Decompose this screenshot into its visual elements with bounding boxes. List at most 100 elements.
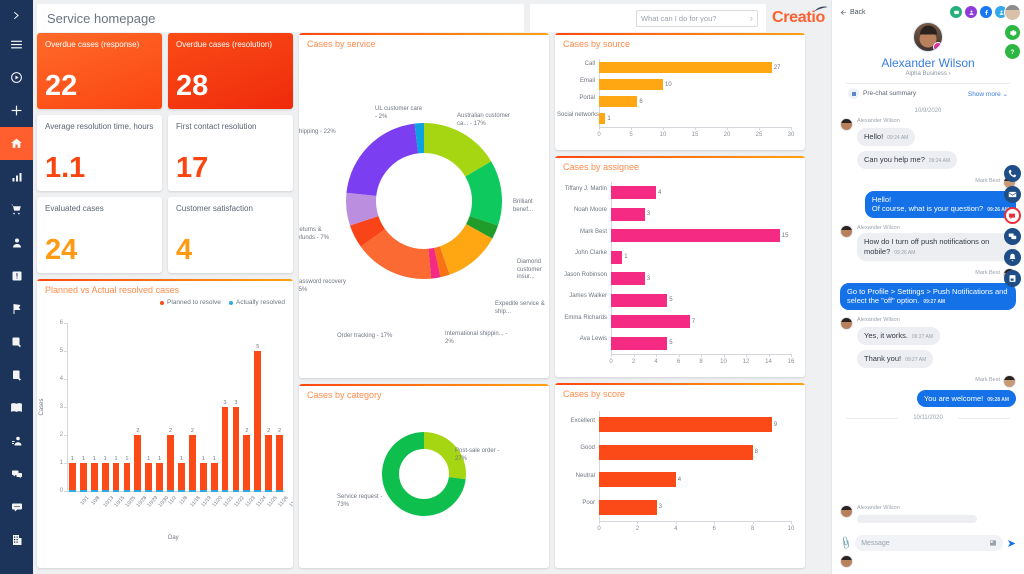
planned-vs-actual-chart[interactable]: Planned to resolve Actually resolved 0 1 2 3 4… (37, 297, 293, 547)
sidebar-item-run-process[interactable] (0, 61, 33, 94)
bar-actual[interactable] (199, 490, 207, 492)
cases-by-category-chart[interactable]: Post-sale order - 27% Service request - 7… (299, 402, 549, 547)
cases-by-service-chart[interactable]: UL customer care - 2% Australian customer… (299, 51, 549, 371)
bar[interactable] (156, 463, 164, 491)
legend-item[interactable]: Actually resolved (228, 299, 285, 306)
bar[interactable] (69, 463, 76, 491)
contact-avatar[interactable] (913, 22, 943, 52)
bar[interactable] (611, 272, 645, 286)
bar[interactable] (611, 229, 780, 243)
message-bubble[interactable]: You are welcome! 09:28 AM (916, 389, 1016, 408)
help-icon[interactable]: ? (1004, 44, 1020, 59)
bar[interactable] (145, 463, 153, 491)
kpi-evaluated-cases[interactable]: Evaluated cases 24 (37, 197, 162, 273)
message-bubble[interactable]: Thank you! 09:27 AM (857, 349, 934, 368)
feed-icon[interactable] (1003, 270, 1021, 287)
bar[interactable] (611, 250, 623, 264)
cases-by-assignee-chart[interactable]: 0 2 4 6 8 10 12 14 16 Tiffany J. Martin 4 Noah Moor… (555, 174, 805, 374)
bar-actual[interactable] (134, 490, 142, 492)
donut-slice[interactable] (346, 123, 419, 196)
sidebar-item-chats[interactable] (0, 457, 33, 490)
bar[interactable] (221, 407, 229, 491)
bar-actual[interactable] (232, 490, 240, 492)
kpi-customer-satisfaction[interactable]: Customer satisfaction 4 (168, 197, 293, 273)
bar[interactable] (210, 463, 218, 491)
message-bubble[interactable]: Can you help me? 09:24 AM (857, 150, 958, 169)
sidebar-item-knowledge-base[interactable] (0, 259, 33, 292)
bar[interactable] (599, 62, 772, 73)
bar[interactable] (188, 435, 196, 491)
facebook-icon[interactable] (980, 6, 992, 18)
bar-actual[interactable] (69, 490, 76, 492)
bar-actual[interactable] (156, 490, 164, 492)
bar-actual[interactable] (123, 490, 131, 492)
bar[interactable] (199, 463, 207, 491)
bar[interactable] (232, 407, 240, 491)
chat-icon[interactable] (1003, 207, 1021, 224)
bar[interactable] (265, 435, 273, 491)
sidebar-item-cases[interactable] (0, 325, 33, 358)
bar-actual[interactable] (210, 490, 218, 492)
template-icon[interactable] (989, 539, 997, 547)
bar[interactable] (101, 463, 109, 491)
bar[interactable] (599, 96, 638, 107)
settings-icon[interactable] (1004, 25, 1020, 40)
chat-messages[interactable]: 10/9/2020 Alexander Wilson Hello! 09:24 AM C… (832, 99, 1024, 501)
bar[interactable] (611, 207, 645, 221)
bar[interactable] (123, 463, 131, 491)
kpi-overdue-resolution[interactable]: Overdue cases (resolution) 28 (168, 33, 293, 109)
sidebar-item-campaigns[interactable] (0, 292, 33, 325)
contact-name[interactable]: Alexander Wilson (840, 56, 1016, 70)
bar[interactable] (611, 186, 656, 200)
bar[interactable] (167, 435, 174, 491)
bar[interactable] (599, 472, 676, 488)
message-bubble[interactable]: Go to Profile > Settings > Push Notifica… (840, 282, 1016, 310)
message-bubble[interactable]: Hello! Of course, what is your question? 0… (864, 190, 1016, 218)
show-more-button[interactable]: Show more ⌄ (968, 90, 1008, 98)
avatar[interactable] (840, 118, 853, 131)
bar[interactable] (611, 293, 668, 307)
cases-by-source-chart[interactable]: 0 5 10 15 20 25 30 Call 27 Email 10 Portal 6 Social n… (555, 51, 805, 147)
kpi-avg-resolution-time[interactable]: Average resolution time, hours 1.1 (37, 115, 162, 191)
message-bubble[interactable]: How do I turn off push notifications on … (857, 233, 1016, 261)
bar-actual[interactable] (178, 490, 185, 492)
bar[interactable] (243, 435, 251, 491)
pre-chat-summary-row[interactable]: Pre-chat summary Show more ⌄ (840, 84, 1016, 99)
bar[interactable] (599, 417, 772, 433)
phone-icon[interactable] (1003, 165, 1021, 182)
user-avatar[interactable] (1003, 4, 1021, 21)
messenger-icon[interactable] (950, 6, 962, 18)
bar-actual[interactable] (254, 490, 262, 492)
bar-actual[interactable] (265, 490, 273, 492)
sidebar-item-contacts[interactable] (0, 226, 33, 259)
bar-actual[interactable] (167, 490, 174, 492)
avatar[interactable] (1003, 374, 1016, 388)
search-input[interactable]: What can I do for you? › (635, 9, 758, 27)
back-button[interactable]: Back (840, 9, 866, 16)
message-bubble[interactable]: Yes, it works. 09:27 AM (857, 327, 941, 345)
sidebar-item-feed[interactable] (0, 490, 33, 523)
bar[interactable] (90, 463, 98, 491)
bar[interactable] (254, 351, 262, 491)
sidebar-item-library[interactable] (0, 391, 33, 424)
sidebar-item-home[interactable] (0, 127, 33, 160)
bar[interactable] (611, 315, 690, 329)
bar[interactable] (599, 499, 657, 515)
bar-actual[interactable] (112, 490, 120, 492)
send-icon[interactable]: ➤ (1007, 537, 1016, 550)
contact-org[interactable]: Alpha Business › (840, 71, 1016, 77)
bubbles-icon[interactable] (1003, 228, 1021, 245)
message-input[interactable]: Message (855, 535, 1003, 551)
message-bubble[interactable]: Hello! 09:24 AM (857, 128, 916, 146)
sidebar-item-employees[interactable] (0, 424, 33, 457)
sidebar-expand-button[interactable] (0, 2, 33, 28)
bar[interactable] (178, 463, 185, 491)
bar[interactable] (599, 444, 753, 460)
bar[interactable] (611, 336, 668, 350)
bar-actual[interactable] (221, 490, 229, 492)
kpi-overdue-response[interactable]: Overdue cases (response) 22 (37, 33, 162, 109)
bar-actual[interactable] (276, 490, 283, 492)
bar-actual[interactable] (101, 490, 109, 492)
sidebar-item-menu[interactable] (0, 28, 33, 61)
sidebar-item-tasks[interactable] (0, 358, 33, 391)
